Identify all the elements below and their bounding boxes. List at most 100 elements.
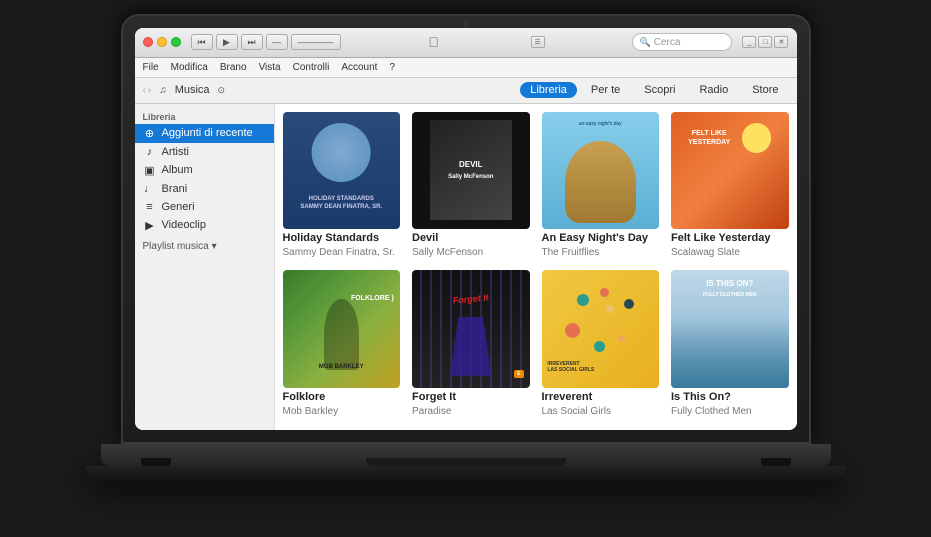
nav-music-label: Musica	[175, 84, 210, 96]
album-item-holiday-standards[interactable]: HOLIDAY STANDARDSSAMMY DEAN FINATRA, SR.…	[283, 112, 401, 259]
isthison-cover-text: IS THIS ON?Fully Clothed Men	[671, 279, 789, 298]
sidebar-item-videoclip[interactable]: ▶ Videoclip	[135, 216, 274, 235]
album-cover-is-this-on: IS THIS ON?Fully Clothed Men	[671, 270, 789, 388]
album-artist-devil: Sally McFenson	[412, 247, 530, 258]
sidebar-label-videoclip: Videoclip	[162, 219, 206, 231]
forward-button-nav[interactable]: ›	[148, 85, 151, 96]
album-cover-folklore: FOLKLORE } MOB BARKLEY	[283, 270, 401, 388]
nav-dropdown-icon[interactable]: ⊙	[218, 85, 226, 96]
album-cover-holiday-standards: HOLIDAY STANDARDSSAMMY DEAN FINATRA, SR.	[283, 112, 401, 230]
play-button[interactable]: ▶	[216, 34, 238, 50]
minimize-button[interactable]	[157, 37, 167, 47]
sidebar-section-libreria: Libreria	[135, 108, 274, 124]
window-controls: ☰	[531, 36, 545, 48]
album-item-easy-night[interactable]: an easy night's day An Easy Night's Day …	[542, 112, 660, 259]
title-bar: ⏮ ▶ ⏭ — ————  ☰ 🔍 Cerca _	[135, 28, 797, 58]
folklore-figure	[324, 299, 359, 370]
forward-button[interactable]: ⏭	[241, 34, 263, 50]
back-button[interactable]: ‹	[143, 85, 146, 96]
holiday-cover-text: HOLIDAY STANDARDSSAMMY DEAN FINATRA, SR.	[283, 196, 401, 212]
videoclip-icon: ▶	[143, 219, 157, 232]
album-artist-felt-like: Scalawag Slate	[671, 247, 789, 258]
rubber-foot-left	[141, 458, 171, 466]
devil-cover-text: DEVILSally McFenson	[448, 159, 493, 182]
album-cover-irreverent: IRREVERENTLAS SOCIAL GIRLS	[542, 270, 660, 388]
feltlike-sun	[742, 123, 771, 152]
album-item-felt-like[interactable]: FELT LIKE YESTERDAY Felt Like Yesterday …	[671, 112, 789, 259]
progress-bar[interactable]: ————	[291, 34, 341, 50]
rubber-foot-right	[761, 458, 791, 466]
album-grid: HOLIDAY STANDARDSSAMMY DEAN FINATRA, SR.…	[283, 112, 789, 417]
menu-help[interactable]: ?	[389, 62, 395, 73]
laptop-base	[101, 444, 831, 466]
sidebar-label-brani: Brani	[162, 183, 188, 195]
main-content: Libreria ⊕ Aggiunti di recente ♪ Artisti…	[135, 104, 797, 430]
explicit-badge: E	[514, 370, 523, 378]
close-button[interactable]	[143, 37, 153, 47]
content-area[interactable]: HOLIDAY STANDARDSSAMMY DEAN FINATRA, SR.…	[275, 104, 797, 430]
tab-radio[interactable]: Radio	[689, 82, 738, 98]
sidebar-label-artisti: Artisti	[162, 146, 190, 158]
menu-account[interactable]: Account	[341, 62, 377, 73]
list-view-button[interactable]: ☰	[531, 36, 545, 48]
menu-file[interactable]: File	[143, 62, 159, 73]
tab-per-te[interactable]: Per te	[581, 82, 630, 98]
traffic-lights	[143, 37, 181, 47]
volume-button[interactable]: —	[266, 34, 288, 50]
album-title-irreverent: Irreverent	[542, 391, 660, 403]
playlist-label: Playlist musica	[143, 241, 209, 252]
laptop-bottom	[86, 466, 846, 482]
nav-bar: ‹ › ♫ Musica ⊙ Libreria Per te Scopri Ra…	[135, 78, 797, 104]
sidebar-item-artisti[interactable]: ♪ Artisti	[135, 143, 274, 161]
album-artist-is-this-on: Fully Clothed Men	[671, 406, 789, 417]
window-size-controls: _ □ ✕	[742, 36, 788, 48]
album-title-felt-like: Felt Like Yesterday	[671, 232, 789, 244]
window-close-btn[interactable]: ✕	[774, 36, 788, 48]
album-item-devil[interactable]: DEVILSally McFenson Devil Sally McFenson	[412, 112, 530, 259]
tab-store[interactable]: Store	[742, 82, 788, 98]
rewind-button[interactable]: ⏮	[191, 34, 213, 50]
album-item-folklore[interactable]: FOLKLORE } MOB BARKLEY Folklore Mob Bark…	[283, 270, 401, 417]
sidebar: Libreria ⊕ Aggiunti di recente ♪ Artisti…	[135, 104, 275, 430]
screen-bezel: ⏮ ▶ ⏭ — ————  ☰ 🔍 Cerca _	[135, 28, 797, 430]
tab-libreria[interactable]: Libreria	[520, 82, 577, 98]
album-item-irreverent[interactable]: IRREVERENTLAS SOCIAL GIRLS Irreverent La…	[542, 270, 660, 417]
menu-bar: File Modifica Brano Vista Controlli Acco…	[135, 58, 797, 78]
irreverent-cover-text: IRREVERENTLAS SOCIAL GIRLS	[547, 361, 594, 373]
laptop-lid: ⏮ ▶ ⏭ — ————  ☰ 🔍 Cerca _	[121, 14, 811, 444]
menu-controlli[interactable]: Controlli	[293, 62, 330, 73]
menu-brano[interactable]: Brano	[220, 62, 247, 73]
album-cover-devil: DEVILSally McFenson	[412, 112, 530, 230]
sidebar-item-album[interactable]: ▣ Album	[135, 161, 274, 180]
search-box[interactable]: 🔍 Cerca	[632, 33, 732, 51]
playlist-chevron-icon: ▾	[212, 241, 217, 252]
apple-logo-icon: 	[428, 34, 439, 50]
isthison-people	[671, 317, 789, 388]
search-placeholder: Cerca	[654, 37, 681, 48]
playback-controls: ⏮ ▶ ⏭ — ————	[191, 34, 341, 50]
menu-vista[interactable]: Vista	[259, 62, 281, 73]
window-minimize-btn[interactable]: _	[742, 36, 756, 48]
menu-modifica[interactable]: Modifica	[171, 62, 208, 73]
album-title-forget-it: Forget It	[412, 391, 530, 403]
sidebar-item-aggiunti[interactable]: ⊕ Aggiunti di recente	[135, 124, 274, 143]
easynight-dog	[565, 141, 636, 223]
feltlike-cover-text: FELT LIKE YESTERDAY	[677, 129, 742, 147]
easynight-cover-text: an easy night's day	[542, 121, 660, 127]
tab-scopri[interactable]: Scopri	[634, 82, 685, 98]
camera	[463, 20, 469, 26]
maximize-button[interactable]	[171, 37, 181, 47]
folklore-cover-text: FOLKLORE }	[351, 294, 394, 304]
artists-icon: ♪	[143, 146, 157, 158]
nav-tabs: Libreria Per te Scopri Radio Store	[520, 82, 788, 98]
album-title-easy-night: An Easy Night's Day	[542, 232, 660, 244]
album-item-forget-it[interactable]: Forget It E Forget It Paradise	[412, 270, 530, 417]
window-restore-btn[interactable]: □	[758, 36, 772, 48]
playlist-section[interactable]: Playlist musica ▾	[135, 235, 274, 254]
generi-icon: ≡	[143, 201, 157, 213]
sidebar-item-generi[interactable]: ≡ Generi	[135, 198, 274, 216]
album-title-devil: Devil	[412, 232, 530, 244]
album-item-is-this-on[interactable]: IS THIS ON?Fully Clothed Men Is This On?…	[671, 270, 789, 417]
sidebar-item-brani[interactable]: ♩ Brani	[135, 180, 274, 198]
album-title-is-this-on: Is This On?	[671, 391, 789, 403]
